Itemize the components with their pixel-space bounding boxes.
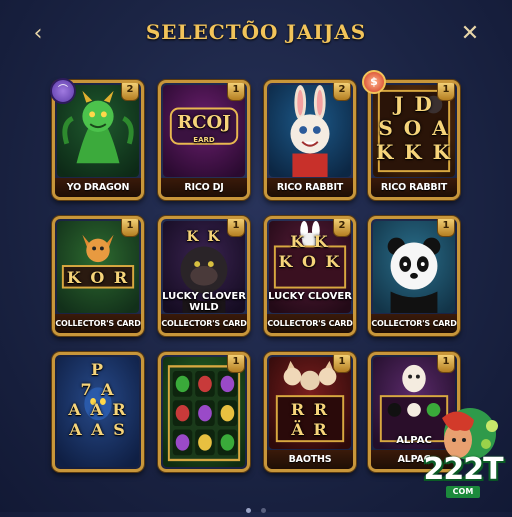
game-card[interactable]: J DS O AK K K 1 RICO RABBIT — [368, 80, 460, 200]
game-card[interactable]: K O R 1 COLLECTOR'S CARD — [52, 216, 144, 336]
game-overlay-title: LUCKY CLOVER — [162, 291, 246, 302]
art-title: RCOJ — [177, 112, 231, 133]
close-button[interactable]: ✕ — [456, 20, 484, 48]
level-badge: 2 — [333, 83, 351, 101]
level-badge: 1 — [121, 219, 139, 237]
level-badge: 1 — [437, 83, 455, 101]
game-overlay-title: LUCKY CLOVER — [268, 291, 352, 302]
game-overlay-title: ALPAC — [396, 435, 432, 446]
header: ‹ SELECTÕO JAIJAS ✕ — [0, 0, 512, 72]
reel-symbols: K K K — [375, 140, 453, 164]
game-card[interactable]: R RÄ R 1 BAOTHS — [264, 352, 356, 472]
game-name: COLLECTOR'S CARD — [267, 314, 353, 333]
game-name: BAOTHS — [267, 450, 353, 469]
game-card[interactable]: 2 RICO RABBIT — [264, 80, 356, 200]
game-card[interactable]: RCOJ EARD 1 RICO DJ — [158, 80, 250, 200]
level-badge: 1 — [437, 355, 455, 373]
reel-symbols: R R — [290, 400, 330, 419]
coin-icon: $ — [362, 70, 386, 94]
game-name: RICO RABBIT — [371, 178, 457, 197]
reel-symbols: K O R — [66, 268, 130, 287]
level-badge: 1 — [437, 219, 455, 237]
reel-symbols: K O K — [278, 252, 342, 271]
game-card[interactable]: P7 AA A RA A S — [52, 352, 144, 472]
reel-symbols: A A S — [69, 420, 127, 439]
reel-symbols: P — [90, 360, 106, 379]
game-name: RICO DJ — [161, 178, 247, 197]
game-name: COLLECTOR'S CARD — [161, 314, 247, 333]
game-name: COLLECTOR'S CARD — [371, 314, 457, 333]
game-card[interactable]: 1 COLLECTOR'S CARD — [368, 216, 460, 336]
art-subtitle: EARD — [193, 136, 215, 144]
game-name: YO DRAGON — [55, 178, 141, 197]
page-dot[interactable] — [260, 508, 266, 513]
reel-symbols: 7 A — [80, 380, 116, 399]
brand-name: 222T — [423, 452, 503, 487]
purple-chip-icon: ⌒ — [50, 78, 76, 104]
game-thumbnail — [163, 357, 245, 467]
reel-symbols: A A R — [68, 400, 128, 419]
brand-logo: 222T COM — [412, 404, 512, 504]
level-badge: 1 — [227, 355, 245, 373]
brand-domain: COM — [446, 486, 480, 498]
level-badge: 1 — [333, 355, 351, 373]
game-card[interactable]: K KK O K LUCKY CLOVER 2 COLLECTOR'S CARD — [264, 216, 356, 336]
level-badge: 1 — [227, 219, 245, 237]
reel-symbols: Ä R — [291, 420, 329, 439]
game-name: COLLECTOR'S CARD — [55, 314, 141, 333]
reel-symbols: S O A — [378, 116, 450, 140]
level-badge: 1 — [227, 83, 245, 101]
level-badge: 2 — [333, 219, 351, 237]
page-title: SELECTÕO JAIJAS — [145, 20, 367, 44]
game-name: RICO RABBIT — [267, 178, 353, 197]
game-overlay-title: WILD — [189, 302, 219, 313]
page-dot[interactable] — [246, 508, 252, 513]
game-card[interactable]: 1 — [158, 352, 250, 472]
level-badge: 2 — [121, 83, 139, 101]
game-card[interactable]: K K LUCKY CLOVER WILD 1 COLLECTOR'S CARD — [158, 216, 250, 336]
